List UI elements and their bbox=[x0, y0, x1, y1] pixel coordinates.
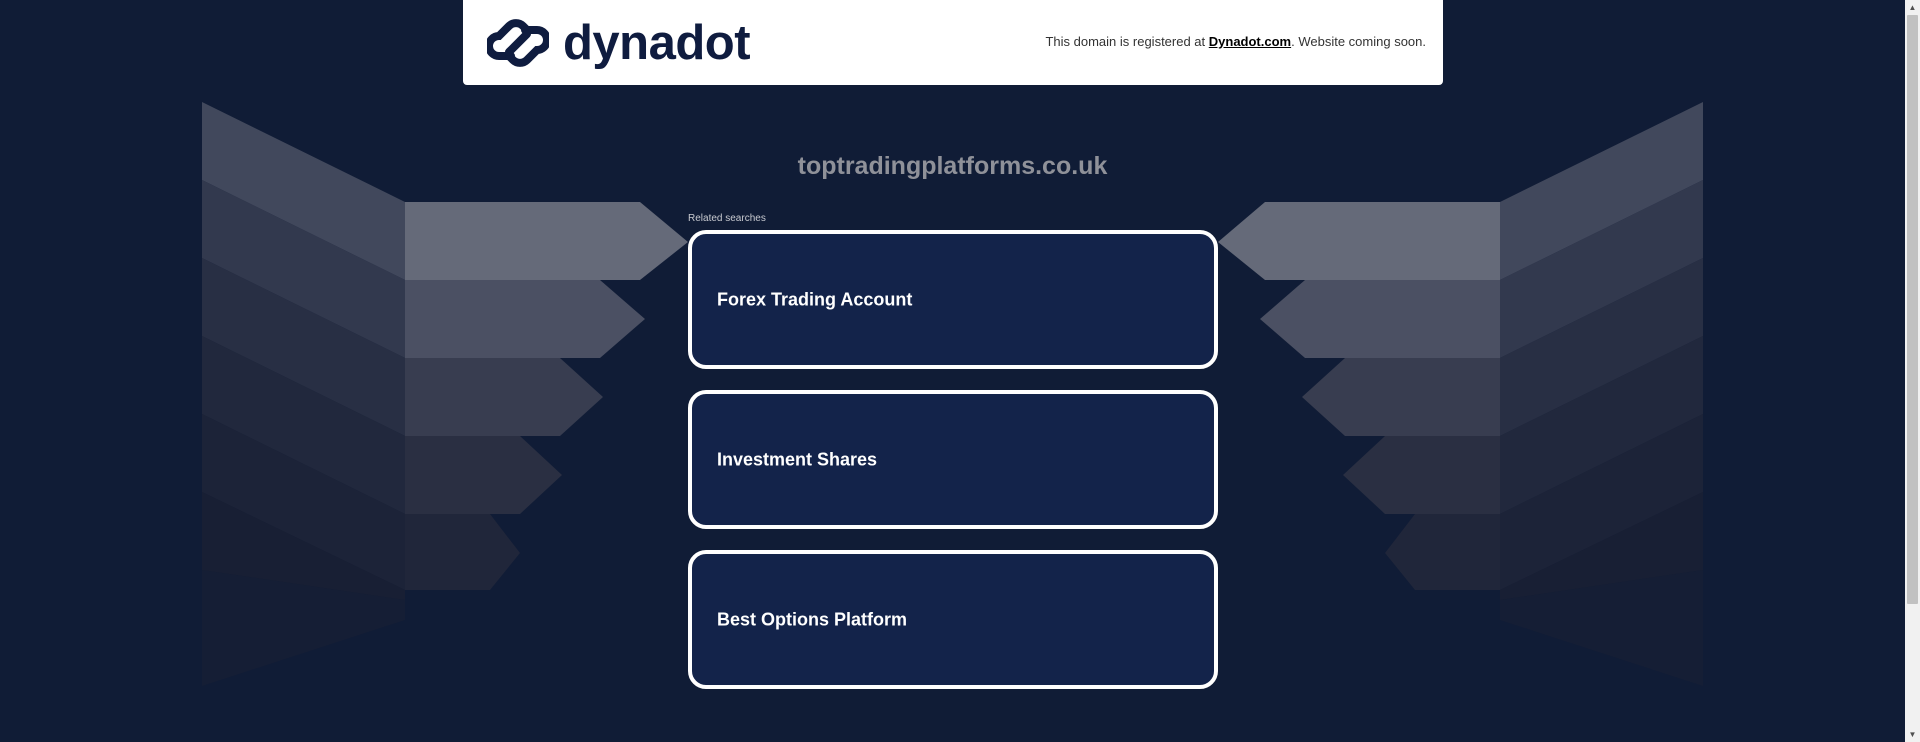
related-search-label: Forex Trading Account bbox=[717, 289, 913, 309]
vertical-scrollbar[interactable]: ▲ ▼ bbox=[1905, 0, 1920, 742]
registration-notice: This domain is registered at Dynadot.com… bbox=[1045, 34, 1426, 49]
related-search-link[interactable]: Investment Shares bbox=[688, 390, 1218, 529]
scroll-up-arrow-icon[interactable]: ▲ bbox=[1905, 0, 1920, 15]
chain-link-logo-icon bbox=[487, 19, 549, 67]
notice-prefix: This domain is registered at bbox=[1045, 34, 1209, 49]
header-bar: dynadot This domain is registered at Dyn… bbox=[463, 0, 1443, 85]
scrollbar-thumb[interactable] bbox=[1907, 15, 1918, 604]
scroll-down-arrow-icon[interactable]: ▼ bbox=[1905, 727, 1920, 742]
related-searches-label: Related searches bbox=[688, 213, 766, 224]
related-search-link[interactable]: Forex Trading Account bbox=[688, 230, 1218, 369]
related-search-label: Investment Shares bbox=[717, 449, 878, 469]
parked-domain-page: dynadot This domain is registered at Dyn… bbox=[0, 0, 1920, 742]
notice-suffix: . Website coming soon. bbox=[1291, 34, 1426, 49]
dynadot-logo[interactable]: dynadot bbox=[487, 12, 751, 74]
brand-name: dynadot bbox=[563, 16, 751, 70]
related-search-link[interactable]: Best Options Platform bbox=[688, 550, 1218, 689]
dynadot-link[interactable]: Dynadot.com bbox=[1209, 34, 1291, 49]
domain-name-title: toptradingplatforms.co.uk bbox=[797, 152, 1108, 180]
related-search-label: Best Options Platform bbox=[717, 609, 908, 629]
related-searches-list: Forex Trading Account Investment Shares … bbox=[688, 230, 1218, 710]
